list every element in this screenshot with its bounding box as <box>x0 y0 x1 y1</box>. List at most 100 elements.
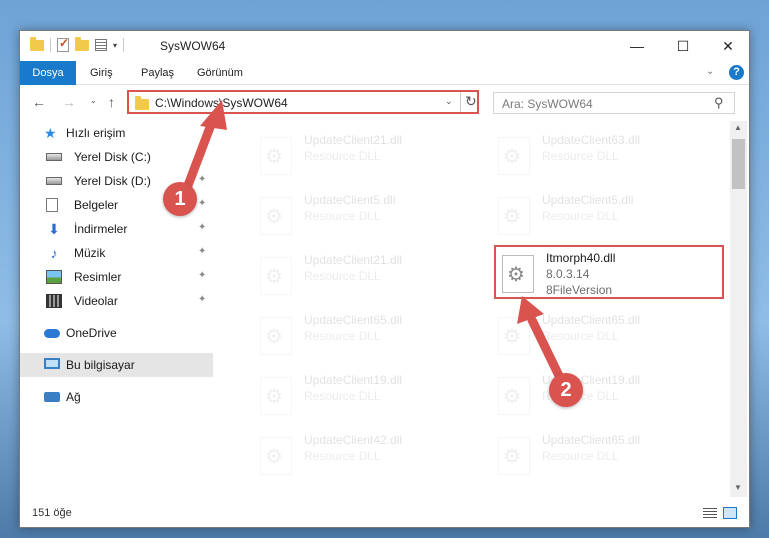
pin-icon[interactable]: ✦ <box>198 294 206 305</box>
pin-icon[interactable]: ✦ <box>198 174 206 185</box>
scroll-up-icon[interactable]: ▲ <box>734 123 742 132</box>
properties-check-icon[interactable] <box>57 36 69 52</box>
scroll-down-icon[interactable]: ▼ <box>734 483 742 492</box>
tiles-view-icon[interactable] <box>723 507 737 519</box>
file-name: Itmorph40.dll <box>546 251 616 265</box>
back-button[interactable]: ← <box>32 94 46 110</box>
pin-icon[interactable]: ✦ <box>198 150 206 161</box>
search-placeholder: Ara: SysWOW64 <box>502 97 593 111</box>
maximize-button[interactable]: ☐ <box>660 31 706 61</box>
file-tile[interactable]: UpdateClient65.dll Resource DLL <box>490 427 720 481</box>
file-description: Resource DLL <box>542 329 619 343</box>
computer-icon <box>44 358 60 369</box>
title-bar: ▾ SysWOW64 — ☐ ✕ <box>20 31 749 61</box>
forward-button[interactable]: → <box>62 94 76 110</box>
minimize-button[interactable]: — <box>614 31 660 61</box>
file-tile[interactable]: UpdateClient21.dll Resource DLL <box>252 127 482 181</box>
dll-file-icon <box>498 377 530 415</box>
dll-file-icon <box>498 437 530 475</box>
file-tile[interactable]: UpdateClient63.dll Resource DLL <box>490 127 720 181</box>
vertical-scrollbar[interactable]: ▲ ▼ <box>730 121 747 497</box>
sidebar-item-label: OneDrive <box>66 326 117 340</box>
file-name: UpdateClient65.dll <box>542 313 641 327</box>
file-description: Resource DLL <box>542 209 619 223</box>
sidebar-item-downloads[interactable]: ⬇ İndirmeler ✦ <box>20 217 213 241</box>
search-input[interactable]: Ara: SysWOW64 ⚲ <box>493 92 735 114</box>
pictures-icon <box>46 270 62 284</box>
address-path[interactable]: C:\Windows\SysWOW64 <box>155 96 288 110</box>
up-button[interactable]: ↑ <box>108 94 115 110</box>
file-tile[interactable]: UpdateClient5.dll Resource DLL <box>252 187 482 241</box>
sidebar-item-music[interactable]: ♪ Müzik ✦ <box>20 241 213 265</box>
drive-icon <box>46 177 62 185</box>
toolbar-divider <box>123 38 125 52</box>
search-icon[interactable]: ⚲ <box>714 95 724 111</box>
file-tile[interactable]: UpdateClient19.dll Resource DLL <box>252 367 482 421</box>
video-icon <box>46 294 62 308</box>
address-dropdown-icon[interactable]: ⌄ <box>445 96 453 107</box>
scroll-thumb[interactable] <box>732 139 745 189</box>
cloud-icon <box>44 329 60 338</box>
sidebar-item-this-pc[interactable]: Bu bilgisayar <box>20 353 213 377</box>
dll-file-icon <box>260 317 292 355</box>
folder-icon[interactable] <box>30 36 44 51</box>
file-name: UpdateClient42.dll <box>304 433 403 447</box>
dll-file-icon <box>260 257 292 295</box>
tab-home[interactable]: Giriş <box>90 61 113 85</box>
file-tile[interactable]: UpdateClient42.dll Resource DLL <box>252 427 482 481</box>
star-icon: ★ <box>44 125 57 141</box>
file-tile[interactable]: UpdateClient21.dll Resource DLL <box>252 247 482 301</box>
file-tile[interactable]: UpdateClient5.dll Resource DLL <box>490 187 720 241</box>
pin-icon[interactable]: ✦ <box>198 198 206 209</box>
toolbar-divider <box>50 38 51 52</box>
file-name: UpdateClient63.dll <box>542 133 641 147</box>
file-name: UpdateClient65.dll <box>304 313 403 327</box>
file-description: Resource DLL <box>304 389 381 403</box>
file-tile-itmorph40[interactable]: Itmorph40.dll 8.0.3.14 8FileVersion <box>494 245 724 299</box>
refresh-icon[interactable]: ↻ <box>465 93 477 110</box>
recent-locations-button[interactable]: ⌄ <box>90 96 97 105</box>
address-bar[interactable]: C:\Windows\SysWOW64 ⌄ ↻ <box>127 90 479 114</box>
sidebar-item-label: Resimler <box>74 270 122 284</box>
dll-file-icon <box>260 377 292 415</box>
file-name: UpdateClient19.dll <box>304 373 403 387</box>
file-name: UpdateClient65.dll <box>542 433 641 447</box>
file-tile[interactable]: UpdateClient65.dll Resource DLL <box>490 307 720 361</box>
tab-share[interactable]: Paylaş <box>141 61 174 85</box>
sidebar-item-quick-access[interactable]: ★ Hızlı erişim <box>20 121 213 145</box>
sidebar-item-onedrive[interactable]: OneDrive <box>20 321 213 345</box>
sidebar-item-local-disk-c[interactable]: Yerel Disk (C:) ✦ <box>20 145 213 169</box>
drive-icon <box>46 153 62 161</box>
dll-file-icon <box>498 197 530 235</box>
sidebar-item-label: Belgeler <box>74 198 119 212</box>
sidebar-item-network[interactable]: Ağ <box>20 385 213 409</box>
file-description: Resource DLL <box>542 449 619 463</box>
sidebar-item-label: İndirmeler <box>74 222 128 236</box>
details-view-icon[interactable] <box>703 508 717 519</box>
close-button[interactable]: ✕ <box>705 31 751 61</box>
music-icon: ♪ <box>50 245 58 261</box>
pin-icon[interactable]: ✦ <box>198 246 206 257</box>
file-tile[interactable]: UpdateClient19.dll Resource DLL <box>490 367 720 421</box>
tab-file[interactable]: Dosya <box>20 61 76 85</box>
ribbon-expand-icon[interactable]: ⌄ <box>706 66 714 77</box>
file-tile[interactable]: UpdateClient65.dll Resource DLL <box>252 307 482 361</box>
dll-file-icon <box>260 197 292 235</box>
address-divider <box>460 92 461 112</box>
pin-icon[interactable]: ✦ <box>198 270 206 281</box>
file-name: UpdateClient21.dll <box>304 253 403 267</box>
file-description: Resource DLL <box>304 149 381 163</box>
file-description: Resource DLL <box>304 449 381 463</box>
pin-icon[interactable]: ✦ <box>198 222 206 233</box>
sidebar-item-label: Müzik <box>74 246 106 260</box>
dll-file-icon <box>502 255 534 293</box>
tab-view[interactable]: Görünüm <box>197 61 243 85</box>
new-folder-icon[interactable] <box>75 36 89 51</box>
chevron-down-icon[interactable]: ▾ <box>113 41 117 50</box>
file-version: 8.0.3.14 <box>546 267 590 281</box>
help-icon[interactable]: ? <box>729 65 744 80</box>
sidebar-item-videos[interactable]: Videolar ✦ <box>20 289 213 313</box>
sidebar-item-pictures[interactable]: Resimler ✦ <box>20 265 213 289</box>
customize-toolbar-icon[interactable] <box>95 39 107 51</box>
network-icon <box>44 392 60 402</box>
